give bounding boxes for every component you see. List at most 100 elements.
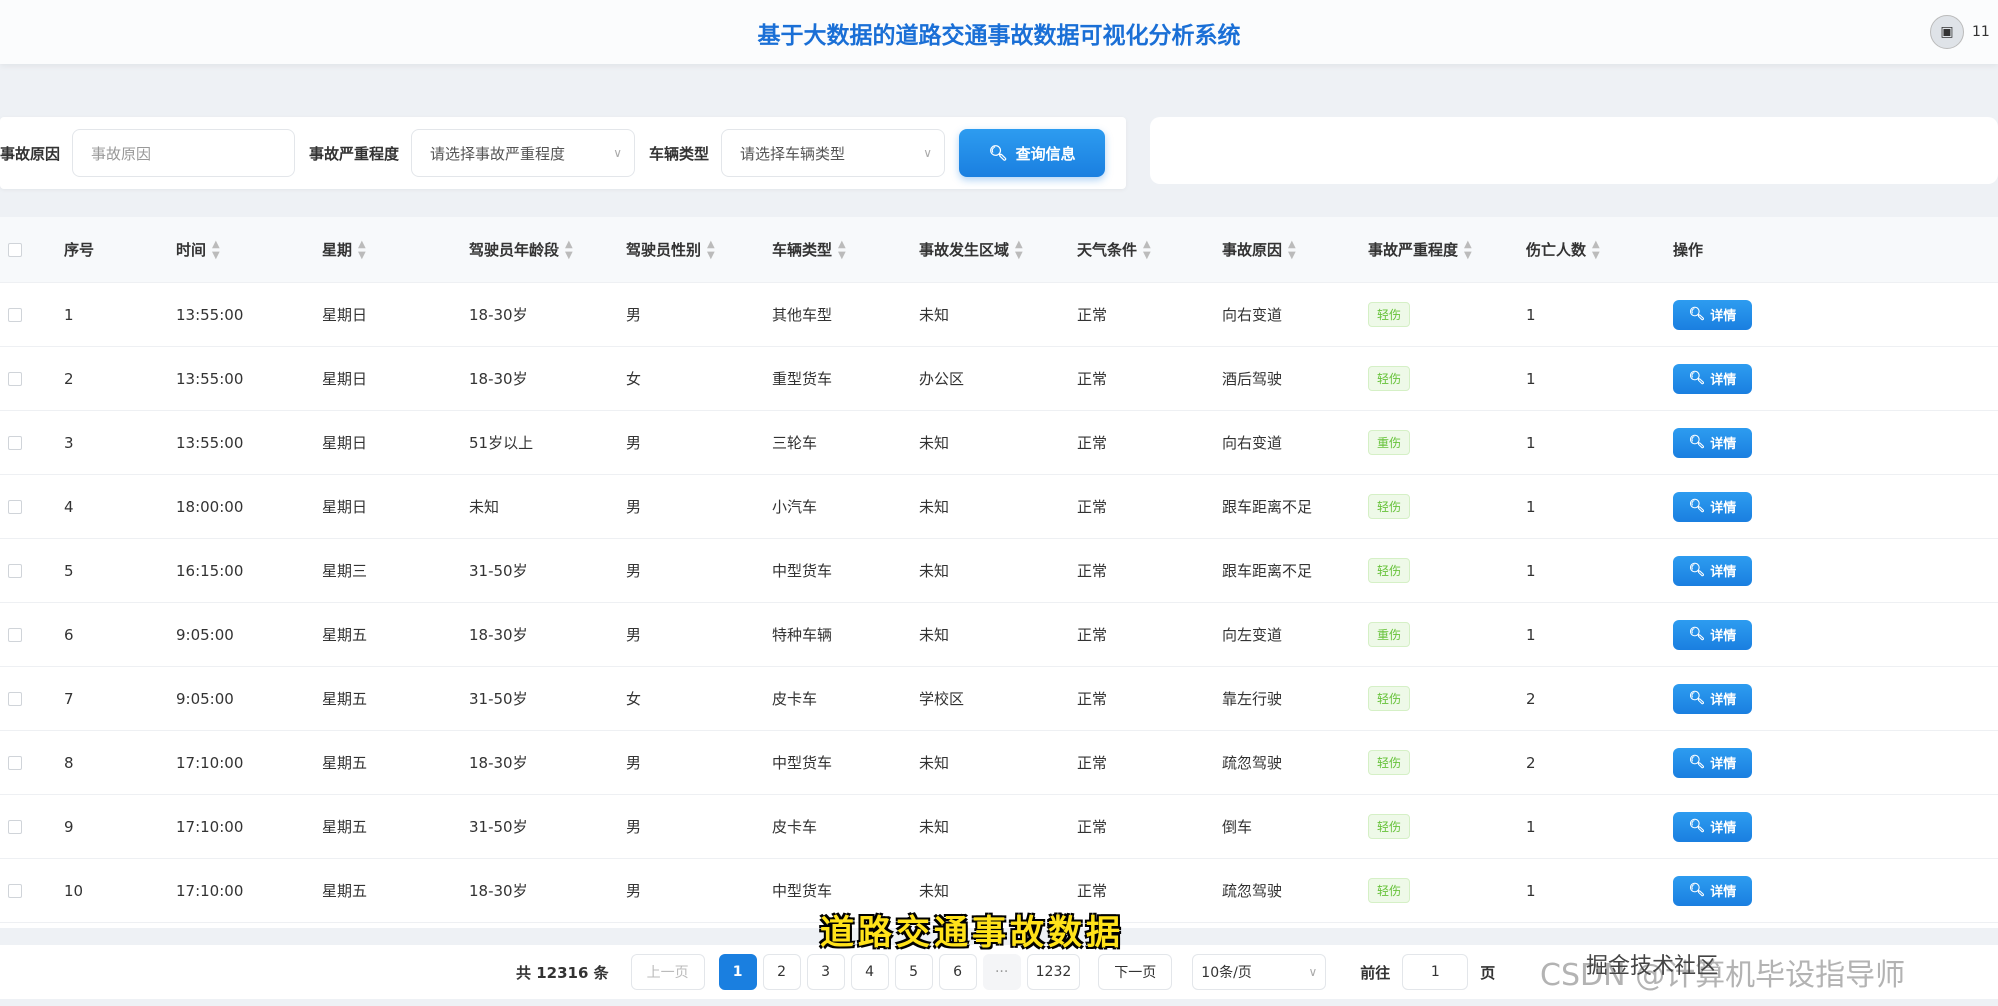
page-4[interactable]: 4	[851, 954, 889, 990]
severity-badge: 重伤	[1368, 622, 1410, 647]
filter-bar: 事故原因 事故原因 事故严重程度 请选择事故严重程度∨ 车辆类型 请选择车辆类型…	[0, 117, 1126, 189]
detail-button[interactable]: 🔍︎详情	[1673, 620, 1752, 650]
table-row: 69:05:00星期五18-30岁男特种车辆未知正常向左变道重伤1🔍︎详情	[0, 603, 1998, 667]
query-button[interactable]: 🔍︎查询信息	[959, 129, 1105, 177]
cell-driver-age: 31-50岁	[469, 667, 528, 730]
cell-cause: 向右变道	[1222, 283, 1282, 346]
detail-button[interactable]: 🔍︎详情	[1673, 812, 1752, 842]
cell-area: 未知	[919, 475, 949, 538]
row-checkbox[interactable]	[8, 564, 22, 578]
cell-vehicle-type: 重型货车	[772, 347, 832, 410]
table-row: 917:10:00星期五31-50岁男皮卡车未知正常倒车轻伤1🔍︎详情	[0, 795, 1998, 859]
cell-time: 13:55:00	[176, 411, 243, 474]
row-checkbox[interactable]	[8, 820, 22, 834]
row-checkbox[interactable]	[8, 308, 22, 322]
header-label: 天气条件	[1077, 239, 1137, 260]
header-cause[interactable]: 事故原因▲▼	[1222, 217, 1296, 282]
cell-vehicle-type: 三轮车	[772, 411, 817, 474]
prev-page-button[interactable]: 上一页	[631, 954, 705, 990]
detail-button[interactable]: 🔍︎详情	[1673, 428, 1752, 458]
sort-icon[interactable]: ▲▼	[1592, 239, 1600, 261]
vehicle-select[interactable]: 请选择车辆类型∨	[721, 129, 945, 177]
video-subtitle: 道路交通事故数据	[820, 905, 1124, 954]
cell-cause: 跟车距离不足	[1222, 475, 1312, 538]
cell-weather: 正常	[1077, 347, 1107, 410]
select-all-checkbox[interactable]	[8, 243, 22, 257]
row-checkbox[interactable]	[8, 884, 22, 898]
page-last[interactable]: 1232	[1027, 954, 1081, 990]
sort-icon[interactable]: ▲▼	[565, 239, 573, 261]
header-label: 事故严重程度	[1368, 239, 1458, 260]
username[interactable]: 11	[1972, 24, 1990, 40]
cell-area: 未知	[919, 283, 949, 346]
sort-icon[interactable]: ▲▼	[838, 239, 846, 261]
cause-placeholder: 事故原因	[91, 143, 151, 164]
side-panel	[1150, 117, 1998, 184]
header-driver-age[interactable]: 驾驶员年龄段▲▼	[469, 217, 573, 282]
header-driver-gender[interactable]: 驾驶员性别▲▼	[626, 217, 715, 282]
cell-driver-age: 18-30岁	[469, 347, 528, 410]
avatar[interactable]: ▣	[1930, 15, 1964, 49]
sort-icon[interactable]: ▲▼	[1015, 239, 1023, 261]
row-checkbox[interactable]	[8, 436, 22, 450]
next-page-button[interactable]: 下一页	[1098, 954, 1172, 990]
more-pages-ellipsis[interactable]: ···	[983, 954, 1021, 990]
row-checkbox[interactable]	[8, 692, 22, 706]
cell-time: 13:55:00	[176, 283, 243, 346]
detail-button[interactable]: 🔍︎ 详情	[1673, 364, 1752, 394]
page-1[interactable]: 1	[719, 954, 757, 990]
goto-page-input[interactable]: 1	[1402, 954, 1468, 990]
detail-button[interactable]: 🔍︎详情	[1673, 556, 1752, 586]
cell-cause: 向左变道	[1222, 603, 1282, 666]
cell-cause: 疏忽驾驶	[1222, 859, 1282, 922]
detail-button[interactable]: 🔍︎详情	[1673, 492, 1752, 522]
cell-vehicle-type: 特种车辆	[772, 603, 832, 666]
avatar-icon: ▣	[1940, 24, 1953, 40]
cell-vehicle-type: 皮卡车	[772, 667, 817, 730]
page-3[interactable]: 3	[807, 954, 845, 990]
header-severity[interactable]: 事故严重程度 ▲▼	[1368, 217, 1472, 282]
cell-time: 18:00:00	[176, 475, 243, 538]
cell-index: 9	[64, 795, 74, 858]
severity-select[interactable]: 请选择事故严重程度∨	[411, 129, 635, 177]
cell-index: 2	[64, 347, 74, 410]
page-2[interactable]: 2	[763, 954, 801, 990]
sort-icon[interactable]: ▲▼	[1288, 239, 1296, 261]
detail-button[interactable]: 🔍︎详情	[1673, 300, 1752, 330]
sort-icon[interactable]: ▲▼	[707, 239, 715, 261]
sort-icon[interactable]: ▲▼	[212, 239, 220, 261]
cell-area: 未知	[919, 411, 949, 474]
sort-icon[interactable]: ▲▼	[1464, 239, 1472, 261]
header-vehicle-type[interactable]: 车辆类型▲▼	[772, 217, 846, 282]
search-icon: 🔍︎	[1689, 371, 1706, 386]
sort-icon[interactable]: ▲▼	[1143, 239, 1151, 261]
detail-button[interactable]: 🔍︎详情	[1673, 684, 1752, 714]
search-icon: 🔍︎	[1689, 819, 1706, 834]
cell-casualties: 1	[1526, 347, 1536, 410]
row-checkbox[interactable]	[8, 756, 22, 770]
sort-icon[interactable]: ▲▼	[358, 239, 366, 261]
header-time[interactable]: 时间▲▼	[176, 217, 220, 282]
header-weekday[interactable]: 星期▲▼	[322, 217, 366, 282]
detail-button[interactable]: 🔍︎详情	[1673, 748, 1752, 778]
cell-index: 10	[64, 859, 83, 922]
detail-button[interactable]: 🔍︎详情	[1673, 876, 1752, 906]
cell-time: 13:55:00	[176, 347, 243, 410]
chevron-down-icon: ∨	[613, 146, 622, 160]
header-weather[interactable]: 天气条件 ▲▼	[1077, 217, 1151, 282]
detail-label: 详情	[1710, 369, 1736, 388]
cell-casualties: 1	[1526, 411, 1536, 474]
cause-input[interactable]: 事故原因	[72, 129, 295, 177]
page-6[interactable]: 6	[939, 954, 977, 990]
row-checkbox[interactable]	[8, 500, 22, 514]
header-casualties[interactable]: 伤亡人数▲▼	[1526, 217, 1600, 282]
cell-weather: 正常	[1077, 795, 1107, 858]
cell-vehicle-type: 小汽车	[772, 475, 817, 538]
row-checkbox[interactable]	[8, 372, 22, 386]
watermark-secondary: 掘金技术社区	[1586, 948, 1718, 980]
page-size-select[interactable]: 10条/页∨	[1192, 954, 1326, 990]
header-area[interactable]: 事故发生区域▲▼	[919, 217, 1023, 282]
row-checkbox[interactable]	[8, 628, 22, 642]
page-5[interactable]: 5	[895, 954, 933, 990]
cell-casualties: 2	[1526, 731, 1536, 794]
